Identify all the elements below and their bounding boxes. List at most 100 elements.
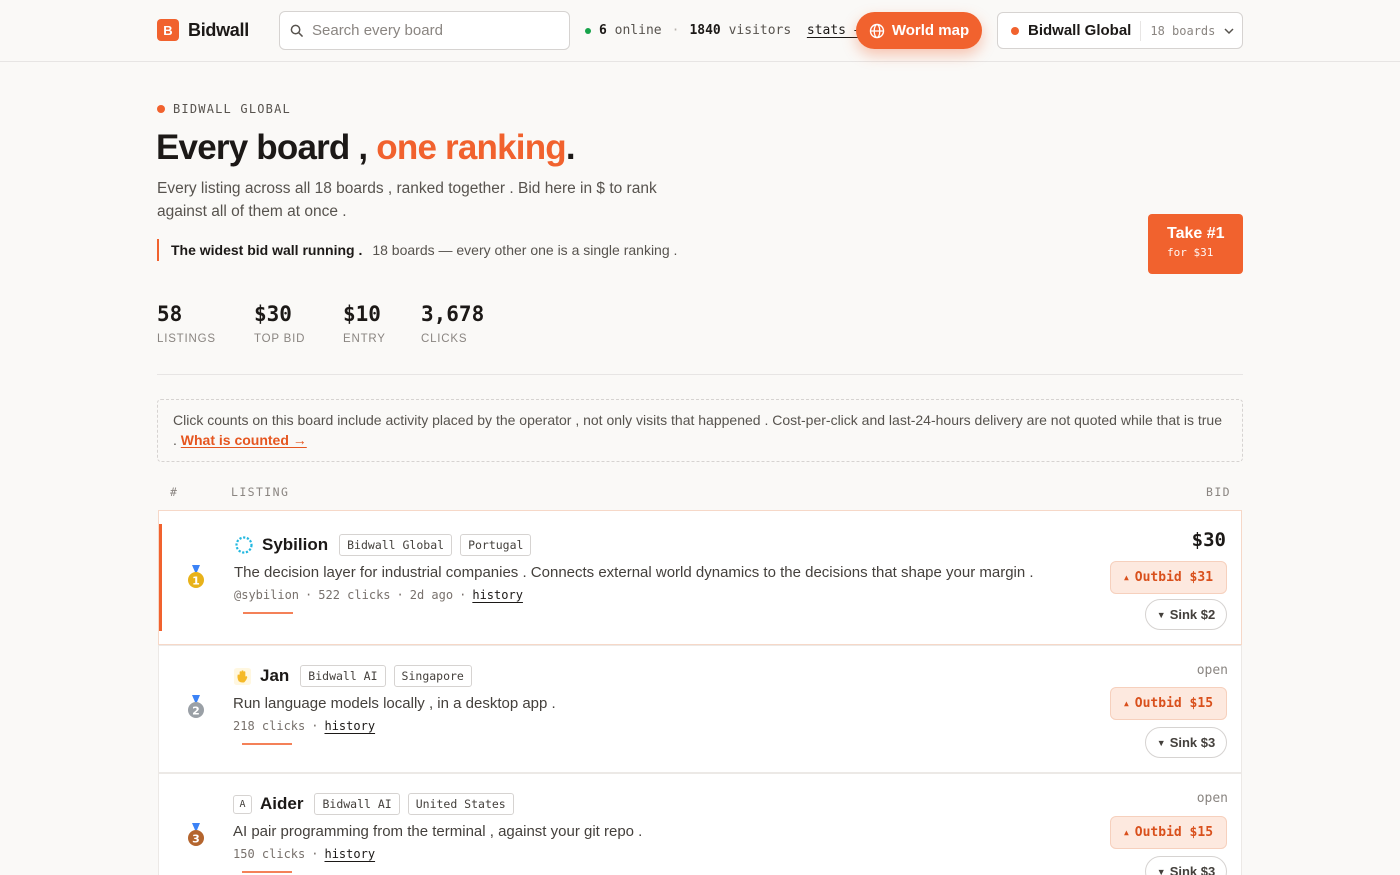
country-tag[interactable]: United States <box>407 793 514 815</box>
board-tag[interactable]: Bidwall Global <box>339 534 453 556</box>
listing-meta: @sybilion · 522 clicks · 2d ago · history <box>234 588 523 602</box>
top-bar: B Bidwall 6 online · 1840 visitors stats… <box>0 0 1400 62</box>
listing-clicks: 150 clicks <box>233 847 306 861</box>
presence-info: 6 online · 1840 visitors stats → <box>585 23 862 38</box>
column-header-listing: LISTING <box>231 485 290 499</box>
svg-text:3: 3 <box>192 833 200 846</box>
stat-entry: $10 ENTRY <box>343 302 386 345</box>
logo-text: Bidwall <box>188 19 249 40</box>
arrow-down-icon: ▼ <box>1156 866 1166 875</box>
stat-value: 3,678 <box>421 302 485 326</box>
sink-label: Sink $2 <box>1169 607 1216 622</box>
click-bar <box>242 871 292 873</box>
page-subtitle: Every listing across all 18 boards , ran… <box>157 180 657 220</box>
search-input[interactable] <box>312 22 552 39</box>
bid-status: open <box>1196 663 1228 678</box>
callout-text: 18 boards — every other one is a single … <box>372 242 678 258</box>
visitors-label: visitors <box>728 23 792 38</box>
sink-label: Sink $3 <box>1169 735 1216 750</box>
listing-handle: @sybilion <box>234 588 300 602</box>
waving-hand-icon <box>233 667 252 686</box>
stat-label: CLICKS <box>421 333 468 345</box>
callout-strong: The widest bid wall running . <box>171 242 363 258</box>
column-header-rank: # <box>170 485 179 499</box>
online-label: online <box>614 23 662 38</box>
outbid-button[interactable]: ▲ Outbid $15 <box>1110 816 1227 849</box>
logo[interactable]: B Bidwall <box>157 19 249 41</box>
country-tag[interactable]: Singapore <box>393 665 472 687</box>
listing-title-line: A Aider Bidwall AI United States <box>233 793 514 815</box>
outbid-button[interactable]: ▲ Outbid $15 <box>1110 687 1227 720</box>
board-tag[interactable]: Bidwall AI <box>314 793 400 815</box>
title-accent: one ranking <box>376 128 566 167</box>
column-header-bid: BID <box>1206 485 1231 499</box>
table-row[interactable]: 2 Jan Bidwall AI Singapore Run language … <box>158 645 1242 773</box>
divider <box>157 374 1243 375</box>
listing-meta: 218 clicks · history <box>233 719 376 733</box>
board-selector[interactable]: Bidwall Global 18 boards <box>997 12 1243 49</box>
history-link[interactable]: history <box>324 719 375 733</box>
listing-clicks: 218 clicks <box>233 719 306 733</box>
eyebrow-dot <box>157 105 165 113</box>
click-bar <box>242 743 292 745</box>
title-end: . <box>565 128 576 167</box>
svg-text:2: 2 <box>192 705 200 718</box>
board-name: Bidwall Global <box>1028 22 1132 39</box>
stat-value: $30 <box>254 302 292 326</box>
eyebrow-text: BIDWALL GLOBAL <box>173 102 291 116</box>
stat-listings: 58 LISTINGS <box>157 302 216 345</box>
logo-mark: B <box>157 19 179 41</box>
online-dot <box>585 27 591 34</box>
silver-medal-icon: 2 <box>188 695 204 718</box>
listing-clicks: 522 clicks <box>318 588 391 602</box>
table-row[interactable]: 1 Sybilion Bidwall Global Portugal The d… <box>158 510 1242 645</box>
take-first-button[interactable]: Take #1 for $31 <box>1148 214 1243 274</box>
arrow-up-icon: ▲ <box>1123 573 1129 582</box>
chevron-down-icon <box>1224 27 1234 34</box>
listing-name[interactable]: Sybilion <box>262 535 328 555</box>
listing-age: 2d ago <box>409 588 454 602</box>
table-row[interactable]: 3 A Aider Bidwall AI United States AI pa… <box>158 773 1242 875</box>
country-tag[interactable]: Portugal <box>460 534 532 556</box>
notice-text: Click counts on this board include activ… <box>173 412 1223 448</box>
sink-button[interactable]: ▼ Sink $3 <box>1145 727 1227 758</box>
gold-medal-icon: 1 <box>188 565 204 588</box>
search-icon <box>290 24 303 37</box>
take-first-title: Take #1 <box>1167 225 1225 242</box>
take-first-price: for $31 <box>1167 246 1214 259</box>
history-link[interactable]: history <box>324 847 375 861</box>
stat-value: 58 <box>157 302 183 326</box>
arrow-down-icon: ▼ <box>1156 737 1166 748</box>
world-map-label: World map <box>891 22 970 39</box>
sink-label: Sink $3 <box>1169 864 1216 875</box>
avatar: A <box>233 794 252 814</box>
listing-description: AI pair programming from the terminal , … <box>233 823 643 840</box>
stats-link[interactable]: stats → <box>807 23 862 38</box>
board-tag[interactable]: Bidwall AI <box>300 665 386 687</box>
listing-name[interactable]: Aider <box>260 794 303 814</box>
world-map-button[interactable]: World map <box>856 12 982 49</box>
listing-name[interactable]: Jan <box>260 666 289 686</box>
globe-icon <box>869 23 885 38</box>
stat-clicks: 3,678 CLICKS <box>421 302 484 345</box>
bronze-medal-icon: 3 <box>188 823 204 846</box>
sink-button[interactable]: ▼ Sink $3 <box>1145 856 1227 875</box>
stat-value: $10 <box>343 302 381 326</box>
page-title: Every board , one ranking. <box>156 128 576 168</box>
outbid-button[interactable]: ▲ Outbid $31 <box>1110 561 1227 594</box>
board-count: 18 boards <box>1150 23 1216 38</box>
board-status-dot <box>1011 26 1019 35</box>
listing-meta: 150 clicks · history <box>233 847 376 861</box>
listing-title-line: Jan Bidwall AI Singapore <box>233 665 472 687</box>
bid-status: open <box>1196 791 1228 806</box>
history-link[interactable]: history <box>472 588 523 602</box>
bid-amount: $30 <box>1191 529 1226 551</box>
click-bar <box>243 612 293 614</box>
stat-top-bid: $30 TOP BID <box>254 302 305 345</box>
listing-title-line: Sybilion Bidwall Global Portugal <box>234 534 532 556</box>
search-box[interactable] <box>279 11 570 50</box>
arrow-up-icon: ▲ <box>1123 699 1129 708</box>
svg-text:1: 1 <box>192 575 200 588</box>
sink-button[interactable]: ▼ Sink $2 <box>1145 599 1227 630</box>
what-is-counted-link[interactable]: What is counted → <box>181 432 307 448</box>
